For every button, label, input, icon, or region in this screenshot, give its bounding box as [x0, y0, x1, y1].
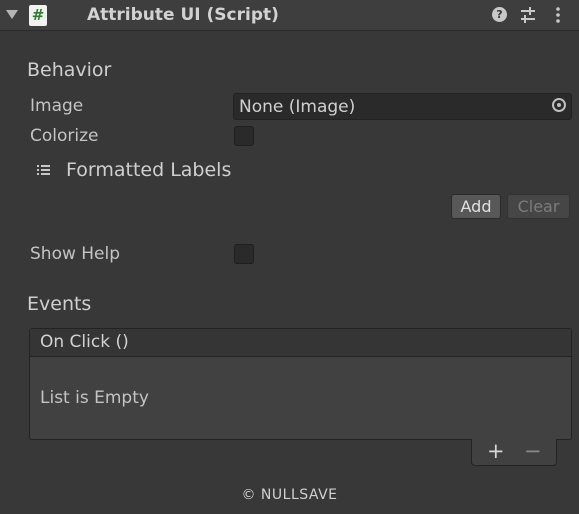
- add-button[interactable]: Add: [451, 194, 501, 219]
- show-help-label: Show Help: [30, 244, 121, 264]
- help-icon[interactable]: ?: [492, 7, 507, 22]
- image-field-value: None (Image): [239, 97, 356, 117]
- presets-icon[interactable]: [520, 7, 536, 23]
- image-object-field[interactable]: None (Image): [233, 93, 572, 120]
- object-picker-icon[interactable]: [552, 98, 566, 112]
- component-header[interactable]: # Attribute UI (Script) ?: [0, 0, 579, 31]
- event-list-header: On Click (): [30, 329, 571, 357]
- clear-button[interactable]: Clear: [507, 194, 570, 219]
- foldout-arrow-icon[interactable]: [6, 10, 18, 19]
- behavior-section-title: Behavior: [27, 59, 112, 81]
- component-title: Attribute UI (Script): [87, 5, 279, 25]
- remove-event-button[interactable]: −: [524, 439, 542, 463]
- empty-list-text: List is Empty: [40, 388, 149, 408]
- script-icon: #: [29, 5, 47, 26]
- image-label: Image: [30, 96, 84, 116]
- show-help-checkbox[interactable]: [234, 244, 254, 264]
- add-event-button[interactable]: +: [487, 439, 505, 463]
- on-click-label: On Click (): [40, 332, 129, 352]
- colorize-checkbox[interactable]: [234, 126, 254, 146]
- copyright-text: © NULLSAVE: [241, 487, 338, 503]
- events-section-title: Events: [27, 293, 92, 315]
- formatted-labels-title[interactable]: Formatted Labels: [66, 159, 231, 181]
- event-list-footer: + −: [471, 439, 557, 466]
- kebab-menu-icon[interactable]: [553, 6, 563, 24]
- colorize-label: Colorize: [30, 126, 99, 146]
- on-click-event-list: On Click () List is Empty: [29, 328, 572, 440]
- list-icon: [37, 165, 50, 175]
